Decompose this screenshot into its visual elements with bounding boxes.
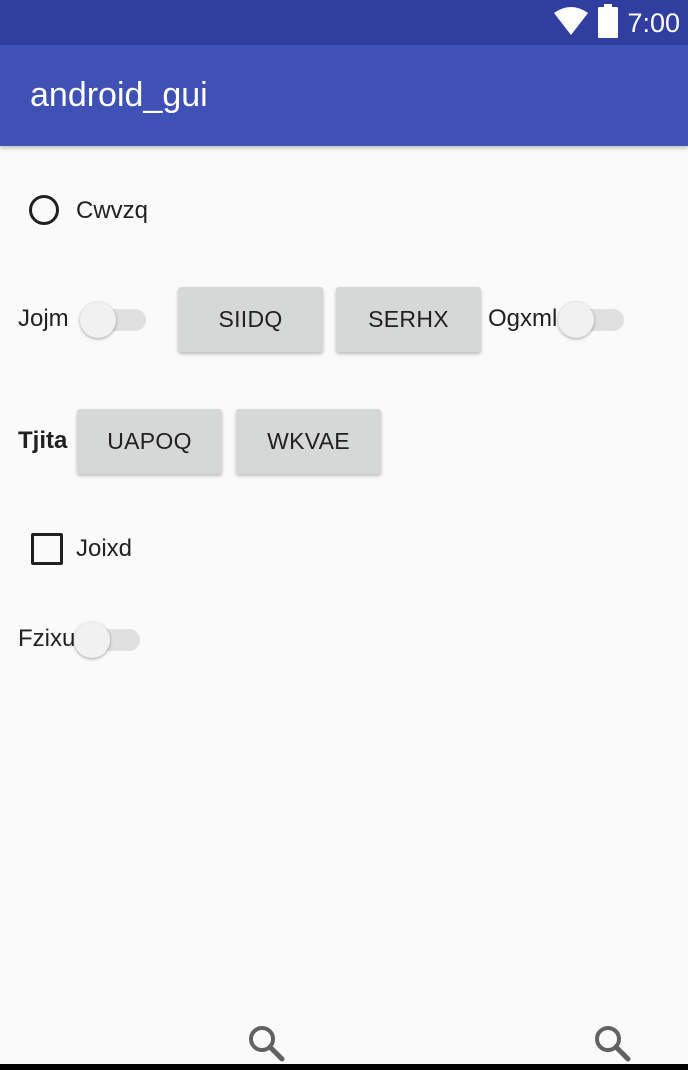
navigation-bar bbox=[0, 1064, 688, 1070]
switch-label-jojm: Jojm bbox=[18, 305, 69, 332]
checkbox[interactable] bbox=[31, 533, 63, 565]
search-icon[interactable] bbox=[246, 1023, 286, 1063]
switch-thumb bbox=[80, 302, 116, 338]
switch-thumb bbox=[74, 622, 110, 658]
switch-jojm[interactable] bbox=[80, 299, 148, 339]
radio-button[interactable] bbox=[29, 195, 59, 225]
siidq-button[interactable]: SIIDQ bbox=[178, 287, 323, 352]
switch-label-fzixu: Fzixu bbox=[18, 625, 76, 652]
status-time: 7:00 bbox=[627, 7, 680, 38]
serhx-button[interactable]: SERHX bbox=[336, 287, 481, 352]
status-icons: 7:00 bbox=[553, 3, 680, 43]
radio-label[interactable]: Cwvzq bbox=[76, 196, 148, 226]
app-bar: android_gui bbox=[0, 45, 688, 146]
wifi-icon bbox=[553, 6, 589, 41]
switch-thumb bbox=[558, 302, 594, 338]
search-icon[interactable] bbox=[592, 1023, 632, 1063]
battery-icon bbox=[597, 3, 619, 43]
switch-fzixu[interactable] bbox=[74, 619, 142, 659]
uapoq-button[interactable]: UAPOQ bbox=[77, 409, 222, 474]
app-title: android_gui bbox=[30, 76, 208, 114]
status-bar: 7:00 bbox=[0, 0, 688, 45]
switch-label-ogxml: Ogxml bbox=[488, 305, 558, 332]
row-label-tjita: Tjita bbox=[18, 427, 68, 454]
switch-ogxml[interactable] bbox=[558, 299, 626, 339]
checkbox-label[interactable]: Joixd bbox=[76, 534, 132, 564]
wkvae-button[interactable]: WKVAE bbox=[236, 409, 381, 474]
